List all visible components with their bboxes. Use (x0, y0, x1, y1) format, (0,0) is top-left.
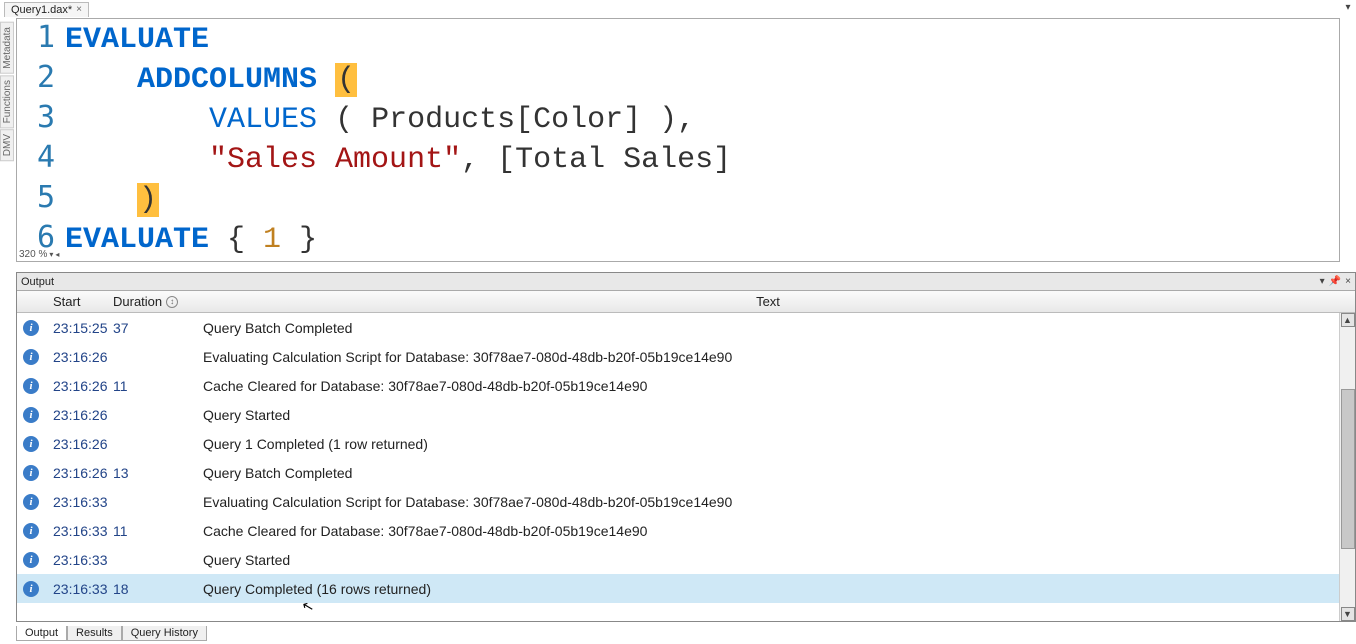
info-icon: i (17, 436, 45, 452)
output-cell-start: 23:16:33 (45, 552, 113, 568)
output-cell-start: 23:16:26 (45, 378, 113, 394)
line-number: 5 (17, 179, 65, 217)
code-line[interactable]: 6EVALUATE { 1 } (17, 219, 1339, 259)
scroll-thumb[interactable] (1341, 389, 1355, 549)
output-cell-start: 23:16:26 (45, 465, 113, 481)
output-panel-title: Output (21, 276, 54, 288)
output-panel-titlebar[interactable]: Output ▾ 📌 × (17, 273, 1355, 291)
code-content[interactable]: ADDCOLUMNS ( (65, 61, 1339, 99)
output-cell-duration: 13 (113, 465, 199, 481)
split-icon[interactable]: ▾ (1345, 2, 1350, 13)
side-toolwindow-tabs: Metadata Functions DMV (0, 22, 14, 162)
output-cell-text: Query Started (199, 407, 1337, 423)
line-number: 2 (17, 59, 65, 97)
output-row[interactable]: i23:16:33 Evaluating Calculation Script f… (17, 487, 1355, 516)
output-cell-text: Evaluating Calculation Script for Databa… (199, 494, 1337, 510)
line-number: 4 (17, 139, 65, 177)
sort-indicator-icon: ↕ (166, 296, 178, 308)
output-cell-text: Query Started (199, 552, 1337, 568)
chevron-left-icon[interactable]: ◂ (55, 250, 59, 259)
output-cell-text: Query Batch Completed (199, 465, 1337, 481)
code-content[interactable]: "Sales Amount", [Total Sales] (65, 141, 1339, 179)
output-cell-text: Cache Cleared for Database: 30f78ae7-080… (199, 523, 1337, 539)
output-columns-header: Start Duration ↕ Text (17, 291, 1355, 313)
info-icon: i (17, 378, 45, 394)
output-cell-duration: 11 (113, 523, 199, 539)
zoom-level-label: 320 % (19, 249, 47, 260)
line-number: 3 (17, 99, 65, 137)
code-editor[interactable]: 1EVALUATE2 ADDCOLUMNS (3 VALUES ( Produc… (16, 18, 1340, 262)
code-content[interactable]: ) (65, 181, 1339, 219)
output-row[interactable]: i23:16:33 Query Started (17, 545, 1355, 574)
bottom-tab-results[interactable]: Results (67, 626, 122, 641)
code-content[interactable]: EVALUATE { 1 } (65, 221, 1339, 259)
side-tab-dmv[interactable]: DMV (0, 129, 14, 161)
bottom-tabstrip: Output Results Query History (16, 624, 207, 642)
output-cell-duration: 11 (113, 378, 199, 394)
output-rows-area[interactable]: i23:15:2537Query Batch Completedi23:16:2… (17, 313, 1355, 621)
scroll-up-icon[interactable]: ▲ (1341, 313, 1355, 327)
info-icon: i (17, 320, 45, 336)
output-row[interactable]: i23:16:26 Query Started (17, 400, 1355, 429)
output-row[interactable]: i23:16:2611Cache Cleared for Database: 3… (17, 371, 1355, 400)
output-cell-text: Query Batch Completed (199, 320, 1337, 336)
bottom-tab-query-history[interactable]: Query History (122, 626, 207, 641)
output-cell-start: 23:16:33 (45, 581, 113, 597)
output-cell-start: 23:16:33 (45, 494, 113, 510)
output-row[interactable]: i23:16:3318Query Completed (16 rows retu… (17, 574, 1355, 603)
output-cell-text: Evaluating Calculation Script for Databa… (199, 349, 1337, 365)
info-icon: i (17, 581, 45, 597)
output-cell-text: Cache Cleared for Database: 30f78ae7-080… (199, 378, 1337, 394)
editor-zoom-status[interactable]: 320 % ▾ ◂ (19, 249, 59, 260)
close-icon[interactable]: × (76, 4, 82, 15)
output-cell-start: 23:16:26 (45, 407, 113, 423)
output-vertical-scrollbar[interactable]: ▲ ▼ (1339, 313, 1355, 621)
output-row[interactable]: i23:16:2613Query Batch Completed (17, 458, 1355, 487)
output-cell-text: Query Completed (16 rows returned) (199, 581, 1337, 597)
output-cell-start: 23:16:26 (45, 349, 113, 365)
line-number: 1 (17, 19, 65, 57)
output-row[interactable]: i23:15:2537Query Batch Completed (17, 313, 1355, 342)
output-cell-duration: 37 (113, 320, 199, 336)
bottom-tab-output[interactable]: Output (16, 626, 67, 641)
editor-tab-label: Query1.dax* (11, 4, 72, 16)
code-line[interactable]: 2 ADDCOLUMNS ( (17, 59, 1339, 99)
info-icon: i (17, 523, 45, 539)
panel-menu-icon[interactable]: ▾ (1320, 276, 1325, 287)
info-icon: i (17, 552, 45, 568)
output-row[interactable]: i23:16:26 Query 1 Completed (1 row return… (17, 429, 1355, 458)
code-line[interactable]: 4 "Sales Amount", [Total Sales] (17, 139, 1339, 179)
output-cell-start: 23:15:25 (45, 320, 113, 336)
editor-right-strip: ▾ (1340, 0, 1356, 260)
editor-tab-query1[interactable]: Query1.dax* × (4, 2, 89, 17)
output-cell-text: Query 1 Completed (1 row returned) (199, 436, 1337, 452)
output-row[interactable]: i23:16:26 Evaluating Calculation Script f… (17, 342, 1355, 371)
column-header-text[interactable]: Text (199, 294, 1337, 309)
info-icon: i (17, 465, 45, 481)
info-icon: i (17, 349, 45, 365)
output-row[interactable]: i23:16:3311Cache Cleared for Database: 3… (17, 516, 1355, 545)
output-cell-duration: 18 (113, 581, 199, 597)
chevron-down-icon[interactable]: ▾ (49, 250, 53, 259)
output-panel: Output ▾ 📌 × Start Duration ↕ Text i23:1… (16, 272, 1356, 622)
code-line[interactable]: 5 ) (17, 179, 1339, 219)
close-icon[interactable]: × (1345, 276, 1351, 287)
editor-tabstrip: Query1.dax* × (4, 0, 89, 18)
code-line[interactable]: 1EVALUATE (17, 19, 1339, 59)
code-content[interactable]: VALUES ( Products[Color] ), (65, 101, 1339, 139)
scroll-down-icon[interactable]: ▼ (1341, 607, 1355, 621)
info-icon: i (17, 494, 45, 510)
column-header-duration[interactable]: Duration ↕ (113, 294, 199, 309)
info-icon: i (17, 407, 45, 423)
pin-icon[interactable]: 📌 (1329, 276, 1341, 287)
side-tab-metadata[interactable]: Metadata (0, 22, 14, 74)
side-tab-functions[interactable]: Functions (0, 75, 14, 128)
output-cell-start: 23:16:26 (45, 436, 113, 452)
code-content[interactable]: EVALUATE (65, 21, 1339, 59)
code-line[interactable]: 3 VALUES ( Products[Color] ), (17, 99, 1339, 139)
column-header-start[interactable]: Start (45, 294, 113, 309)
output-cell-start: 23:16:33 (45, 523, 113, 539)
